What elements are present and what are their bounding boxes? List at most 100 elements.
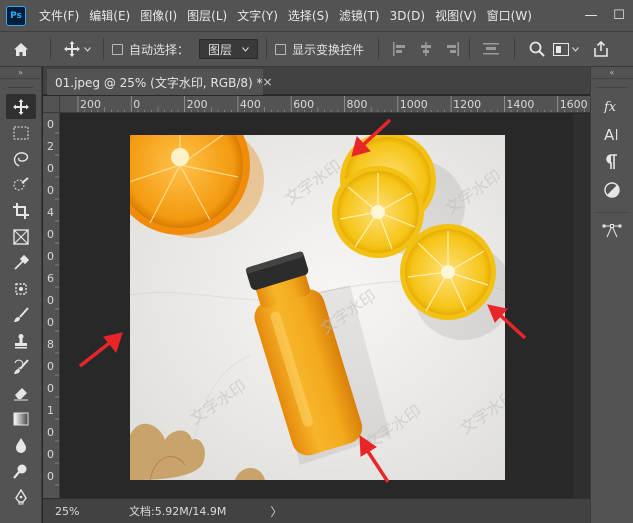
ruler-label: 0 [47, 448, 54, 461]
brush-tool-icon[interactable] [6, 302, 36, 327]
gradient-tool-icon[interactable] [6, 406, 36, 431]
juice-photo: 文字水印 文字水印 文字水印 文字水印 文字水印 文字水印 [130, 135, 505, 480]
auto-select-dropdown[interactable]: 图层 [199, 39, 259, 59]
minimize-button[interactable]: — [577, 0, 605, 31]
ruler-label: 4 [47, 206, 54, 219]
history-brush-tool-icon[interactable] [6, 354, 36, 379]
document-tab-title: 01.jpeg @ 25% (文字水印, RGB/8) * [55, 75, 263, 90]
svg-text:fx: fx [603, 100, 617, 113]
menu-view[interactable]: 视图(V) [430, 7, 482, 24]
menu-edit[interactable]: 编辑(E) [84, 7, 135, 24]
eyedropper-tool-icon[interactable] [6, 250, 36, 275]
close-tab-button[interactable]: × [263, 75, 273, 89]
lasso-tool-icon[interactable] [6, 146, 36, 171]
adjustments-icon[interactable] [597, 176, 627, 204]
collapse-toggle[interactable]: « [591, 67, 633, 79]
menu-type[interactable]: 文字(Y) [232, 7, 283, 24]
workspace-switcher[interactable] [553, 42, 579, 56]
separator [50, 38, 51, 60]
pen-tool-icon[interactable] [6, 484, 36, 509]
separator [514, 38, 516, 60]
frame-tool-icon[interactable] [6, 224, 36, 249]
ruler-label: 1 [47, 404, 54, 417]
vertical-scrollbar[interactable] [573, 114, 590, 498]
menu-3d[interactable]: 3D(D) [385, 9, 430, 23]
menu-layer[interactable]: 图层(L) [182, 7, 232, 24]
dodge-tool-icon[interactable] [6, 458, 36, 483]
blur-tool-icon[interactable] [6, 432, 36, 457]
ruler-label: 0 [47, 470, 54, 483]
move-tool-icon[interactable] [6, 94, 36, 119]
auto-select-checkbox[interactable] [112, 43, 123, 55]
ruler-label: 0 [47, 184, 54, 197]
menu-window[interactable]: 窗口(W) [482, 7, 537, 24]
character-icon[interactable]: A [597, 120, 627, 148]
auto-select-value: 图层 [208, 42, 233, 57]
healing-brush-tool-icon[interactable] [6, 276, 36, 301]
vertical-ruler[interactable]: 0 2 0 0 4 0 0 6 0 0 8 0 0 1 0 0 0 [43, 113, 60, 498]
crop-tool-icon[interactable] [6, 198, 36, 223]
ruler-label: 0 [133, 98, 140, 111]
menu-image[interactable]: 图像(I) [135, 7, 182, 24]
ruler-label: 1400 [506, 98, 534, 111]
align-right-icon[interactable] [444, 42, 460, 56]
quick-select-tool-icon[interactable] [6, 172, 36, 197]
home-icon[interactable] [0, 42, 42, 57]
paths-icon[interactable] [597, 217, 627, 245]
align-left-icon[interactable] [392, 42, 408, 56]
ruler-label: 400 [240, 98, 261, 111]
horizontal-ruler-ticks: 200 0 200 400 600 800 1000 1200 1400 1600 [77, 96, 588, 112]
distribute-icon[interactable] [483, 42, 500, 56]
ruler-label: 0 [47, 426, 54, 439]
menu-file[interactable]: 文件(F) [34, 7, 84, 24]
eraser-tool-icon[interactable] [6, 380, 36, 405]
ruler-label: 800 [347, 98, 368, 111]
separator [378, 38, 380, 60]
chevron-down-icon [572, 46, 579, 52]
ruler-label: 1200 [453, 98, 481, 111]
ruler-label: 2 [47, 140, 54, 153]
zoom-level[interactable]: 25% [43, 505, 95, 518]
ruler-corner[interactable] [43, 96, 60, 113]
status-menu-button[interactable]: 〉 [270, 503, 282, 520]
chevron-down-icon [83, 46, 91, 52]
ruler-label: 0 [47, 382, 54, 395]
vertical-ruler-ticks: 0 2 0 0 4 0 0 6 0 0 8 0 0 1 0 0 0 [47, 118, 59, 486]
right-panel-dock: « fx A [590, 67, 633, 523]
separator [469, 38, 471, 60]
ruler-label: 0 [47, 250, 54, 263]
document-tab[interactable]: 01.jpeg @ 25% (文字水印, RGB/8) * × [47, 69, 273, 95]
ruler-label: 0 [47, 228, 54, 241]
separator [266, 38, 268, 60]
move-tool-preset-icon[interactable] [59, 41, 95, 57]
fx-icon[interactable]: fx [597, 92, 627, 120]
collapse-toggle[interactable]: » [0, 67, 41, 79]
maximize-button[interactable]: ☐ [605, 0, 633, 31]
show-transform-checkbox[interactable] [275, 43, 287, 55]
chevron-down-icon [242, 46, 249, 52]
ruler-label: 6 [47, 272, 54, 285]
align-center-icon[interactable] [418, 42, 434, 56]
ruler-label: 200 [80, 98, 101, 111]
menu-select[interactable]: 选择(S) [283, 7, 334, 24]
paragraph-icon[interactable] [597, 148, 627, 176]
ruler-label: 0 [47, 360, 54, 373]
show-transform-label: 显示变换控件 [292, 42, 365, 57]
options-bar: 自动选择： 图层 显示变换控件 [0, 31, 633, 67]
ruler-label: 0 [47, 162, 54, 175]
document-image[interactable]: 文字水印 文字水印 文字水印 文字水印 文字水印 文字水印 [130, 135, 505, 480]
tools-panel: » [0, 67, 42, 523]
separator [595, 87, 629, 88]
clone-stamp-tool-icon[interactable] [6, 328, 36, 353]
horizontal-ruler[interactable]: 200 0 200 400 600 800 1000 1200 1400 1600 [60, 96, 590, 113]
marquee-tool-icon[interactable] [6, 120, 36, 145]
ruler-label: 200 [187, 98, 208, 111]
menu-filter[interactable]: 滤镜(T) [334, 7, 385, 24]
workspace-icon [553, 42, 570, 56]
menu-bar: Ps 文件(F) 编辑(E) 图像(I) 图层(L) 文字(Y) 选择(S) 滤… [0, 0, 633, 31]
photoshop-logo: Ps [6, 5, 26, 26]
share-icon[interactable] [593, 41, 609, 57]
auto-select-label: 自动选择： [129, 42, 190, 57]
search-icon[interactable] [529, 41, 545, 57]
window-controls: — ☐ [577, 0, 633, 31]
